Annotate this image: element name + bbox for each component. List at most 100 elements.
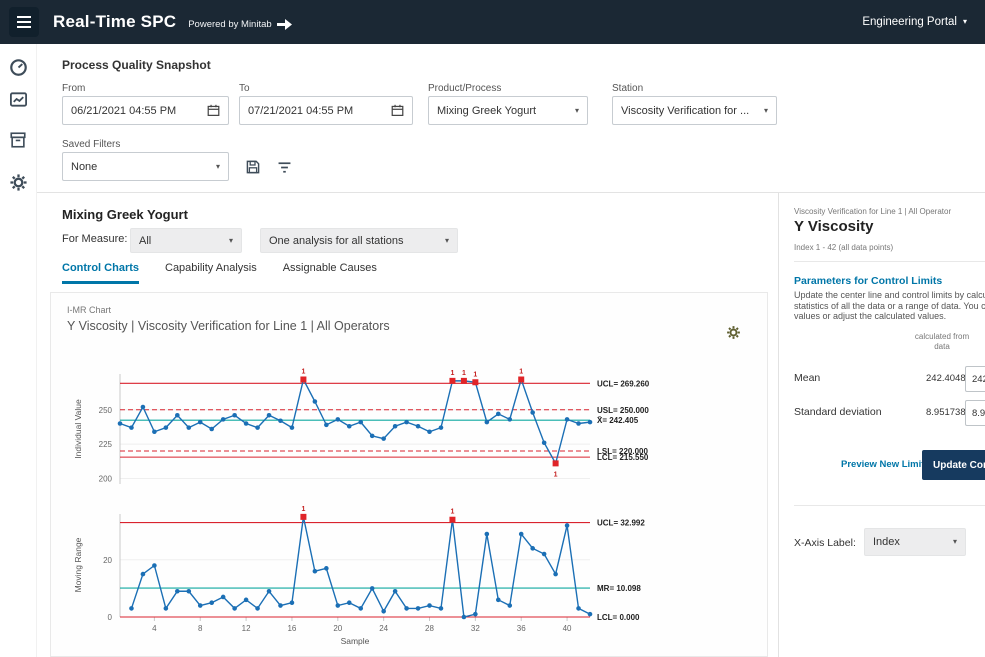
hamburger-menu-icon[interactable] [9, 7, 39, 37]
svg-text:1: 1 [473, 371, 477, 378]
svg-text:1: 1 [450, 509, 454, 516]
panel-divider [794, 261, 985, 262]
from-label: From [62, 83, 85, 94]
measure-value: All [139, 235, 223, 247]
svg-text:X̄= 242.405: X̄= 242.405 [597, 416, 639, 425]
svg-text:1: 1 [462, 370, 466, 377]
svg-text:225: 225 [99, 440, 113, 449]
measure-select[interactable]: All ▾ [130, 228, 242, 253]
update-control-limits-button[interactable]: Update Control Limits [922, 450, 985, 480]
gear-icon [726, 325, 741, 340]
for-measure-label: For Measure: [62, 233, 127, 245]
product-label: Product/Process [428, 83, 501, 94]
saved-filters-select[interactable]: None ▾ [62, 152, 229, 181]
chevron-down-icon: ▾ [216, 163, 220, 171]
station-label: Station [612, 83, 643, 94]
section-title: Process Quality Snapshot [62, 58, 211, 72]
standard-deviation-label: Standard deviation [794, 406, 882, 418]
x-axis-value: Index [873, 536, 947, 548]
svg-text:1: 1 [450, 370, 454, 377]
svg-text:250: 250 [99, 406, 113, 415]
svg-text:36: 36 [517, 624, 526, 633]
svg-text:Sample: Sample [341, 636, 370, 646]
tab-control-charts[interactable]: Control Charts [62, 262, 139, 284]
tab-capability-analysis[interactable]: Capability Analysis [165, 262, 257, 284]
svg-text:UCL= 32.992: UCL= 32.992 [597, 519, 645, 528]
calendar-icon [391, 104, 404, 117]
right-panel: Viscosity Verification for Line 1 | All … [778, 193, 985, 657]
analysis-tabs: Control Charts Capability Analysis Assig… [62, 262, 377, 284]
svg-text:28: 28 [425, 624, 434, 633]
sidebar-item-dashboard[interactable] [7, 56, 29, 78]
x-axis-label: X-Axis Label: [794, 537, 856, 549]
calendar-icon [207, 104, 220, 117]
panel-subtitle: Viscosity Verification for Line 1 | All … [794, 207, 951, 216]
panel-index-info: Index 1 - 42 (all data points) [794, 243, 893, 252]
calculated-column-header: calculated from data [913, 332, 971, 351]
svg-text:32: 32 [471, 624, 480, 633]
svg-text:20: 20 [103, 556, 112, 565]
station-select[interactable]: Viscosity Verification for ... ▾ [612, 96, 777, 125]
saved-filters-value: None [71, 161, 210, 173]
sidebar-item-inventory[interactable] [7, 129, 29, 151]
svg-text:20: 20 [333, 624, 342, 633]
station-value: Viscosity Verification for ... [621, 105, 758, 117]
save-filter-button[interactable] [242, 156, 264, 178]
chevron-down-icon: ▾ [953, 538, 957, 546]
standard-deviation-calculated-value: 8.951738 [926, 407, 966, 418]
left-icon-rail [0, 44, 37, 657]
to-label: To [239, 83, 250, 94]
portal-menu[interactable]: Engineering Portal ▾ [862, 16, 967, 28]
control-chart-card: I-MR Chart Y Viscosity | Viscosity Verif… [50, 292, 768, 657]
minitab-logo-icon [277, 19, 292, 30]
mean-calculated-value: 242.4048 [926, 373, 966, 384]
svg-text:1: 1 [554, 471, 558, 478]
svg-text:Moving Range: Moving Range [73, 537, 83, 592]
x-axis-select[interactable]: Index ▾ [864, 528, 966, 556]
params-description: Update the center line and control limit… [794, 290, 985, 322]
chevron-down-icon: ▾ [229, 237, 233, 245]
svg-text:0: 0 [108, 613, 113, 622]
svg-text:MR= 10.098: MR= 10.098 [597, 584, 641, 593]
svg-text:24: 24 [379, 624, 388, 633]
mean-label: Mean [794, 372, 820, 384]
preview-new-limits-link[interactable]: Preview New Limits [841, 459, 930, 470]
standard-deviation-input[interactable]: 8.951738 [965, 400, 985, 426]
top-navbar: Real-Time SPC Powered by Minitab Enginee… [0, 0, 985, 44]
chart-image-icon [9, 90, 28, 109]
product-value: Mixing Greek Yogurt [437, 105, 569, 117]
filter-options-button[interactable] [273, 156, 295, 178]
params-title: Parameters for Control Limits [794, 275, 942, 287]
svg-text:1: 1 [301, 369, 305, 376]
to-date-value: 07/21/2021 04:55 PM [248, 105, 391, 117]
from-date-input[interactable]: 06/21/2021 04:55 PM [62, 96, 229, 125]
svg-text:UCL= 269.260: UCL= 269.260 [597, 379, 650, 388]
panel-title: Y Viscosity [794, 218, 874, 235]
sidebar-item-charts[interactable] [7, 88, 29, 110]
product-select[interactable]: Mixing Greek Yogurt ▾ [428, 96, 588, 125]
svg-text:USL= 250.000: USL= 250.000 [597, 406, 649, 415]
svg-text:1: 1 [519, 369, 523, 376]
analysis-mode-select[interactable]: One analysis for all stations ▾ [260, 228, 458, 253]
powered-by: Powered by Minitab [188, 19, 291, 30]
imr-chart-svg: 200225250020481216202428323640SampleIndi… [55, 339, 760, 655]
chevron-down-icon: ▾ [575, 107, 579, 115]
chart-type-label: I-MR Chart [67, 305, 111, 315]
chevron-down-icon: ▾ [764, 107, 768, 115]
mean-input[interactable]: 242.4048 [965, 366, 985, 392]
app-title: Real-Time SPC [53, 12, 176, 32]
gauge-icon [9, 58, 28, 77]
sidebar-item-settings[interactable] [7, 171, 29, 193]
filter-icon [276, 159, 293, 176]
from-date-value: 06/21/2021 04:55 PM [71, 105, 207, 117]
portal-label: Engineering Portal [862, 16, 957, 28]
to-date-input[interactable]: 07/21/2021 04:55 PM [239, 96, 413, 125]
svg-text:Individual Value: Individual Value [73, 399, 83, 459]
chevron-down-icon: ▾ [445, 237, 449, 245]
svg-text:8: 8 [198, 624, 203, 633]
panel-divider [794, 505, 985, 506]
chevron-down-icon: ▾ [963, 18, 967, 26]
tab-assignable-causes[interactable]: Assignable Causes [283, 262, 377, 284]
powered-by-label: Powered by Minitab [188, 19, 271, 30]
archive-box-icon [9, 131, 27, 149]
